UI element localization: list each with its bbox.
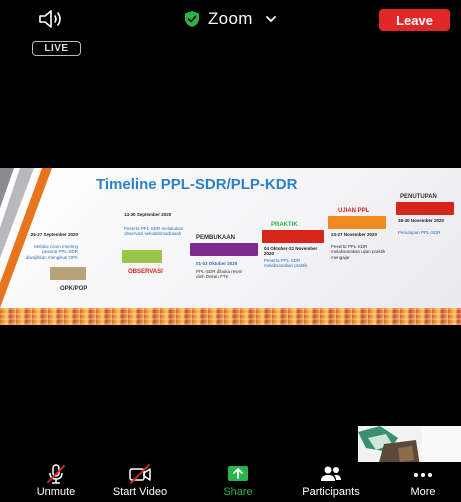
step-block: [122, 250, 162, 263]
start-video-label: Start Video: [112, 486, 168, 498]
step-block: [262, 230, 324, 243]
step-label: PENUTUPAN: [400, 194, 437, 200]
step-label: OPK/POP: [60, 286, 88, 292]
step-desc: Peserta PPL-SDR melaksanakan ujian prakt…: [331, 244, 386, 260]
step-date: 28-30 November 2020: [398, 218, 445, 223]
participants-icon: [321, 466, 341, 481]
more-dots-icon: [414, 473, 432, 477]
step-desc: PPL-SDR dibuka resmi oleh Dekan FTK: [196, 269, 243, 280]
chevron-down-icon: [265, 16, 276, 22]
unmute-label: Unmute: [36, 486, 76, 498]
step-label: UJIAN PPL: [338, 208, 370, 214]
step-date: 01-03 Oktober 2020: [196, 261, 238, 266]
step-desc: Penutupan PPL-SDR: [398, 230, 441, 235]
shield-icon: [185, 11, 199, 27]
share-button[interactable]: Share: [214, 462, 262, 502]
participants-label: Participants: [302, 486, 360, 498]
live-badge: LIVE: [32, 41, 81, 56]
slide-footer-decoration: [0, 308, 461, 325]
step-desc: Melalui zoom meeting peserta PPL-SDR diw…: [25, 244, 78, 260]
meeting-title-dropdown[interactable]: Zoom: [184, 7, 277, 31]
step-label: PEMBUKAAN: [196, 235, 235, 241]
microphone-muted-icon: [47, 464, 65, 484]
step-date: 26-27 September 2020: [30, 232, 78, 237]
step-block: [50, 267, 86, 280]
shared-screen-slide: Timeline PPL-SDR/PLP-KDR 26-27 September…: [0, 168, 461, 325]
step-date: 14-30 September 2020: [124, 212, 172, 217]
step-block: [190, 243, 258, 256]
top-bar: Zoom Leave: [0, 0, 461, 38]
step-desc: Peserta PPL-SDR melakukan observasi seko…: [124, 226, 184, 237]
step-date: 04 Oktober-22 November 2020: [264, 246, 318, 257]
slide-title: Timeline PPL-SDR/PLP-KDR: [96, 176, 298, 193]
share-screen-icon: [228, 466, 248, 481]
step-block: [328, 216, 386, 229]
share-label: Share: [223, 486, 253, 498]
meeting-title: Zoom: [208, 9, 253, 28]
start-video-button[interactable]: Start Video: [108, 462, 172, 502]
step-date: 23-27 November 2020: [331, 232, 378, 237]
video-off-icon: [129, 464, 151, 484]
step-desc: Peserta PPL-SDR melaksanakan praktik: [264, 258, 308, 269]
step-label: PRAKTIK: [271, 222, 298, 228]
leave-button[interactable]: Leave: [379, 9, 450, 31]
participants-button[interactable]: Participants: [290, 462, 372, 502]
unmute-button[interactable]: Unmute: [26, 462, 86, 502]
video-thumbnail-image: [358, 426, 461, 466]
more-button[interactable]: More: [402, 462, 444, 502]
speaker-icon[interactable]: [38, 9, 64, 29]
meeting-toolbar: Unmute Start Video Share Participants Mo…: [0, 462, 461, 502]
step-block: [396, 202, 454, 215]
self-view-video[interactable]: [358, 426, 461, 466]
step-label: OBSERVASI: [128, 269, 163, 275]
more-label: More: [410, 486, 436, 498]
